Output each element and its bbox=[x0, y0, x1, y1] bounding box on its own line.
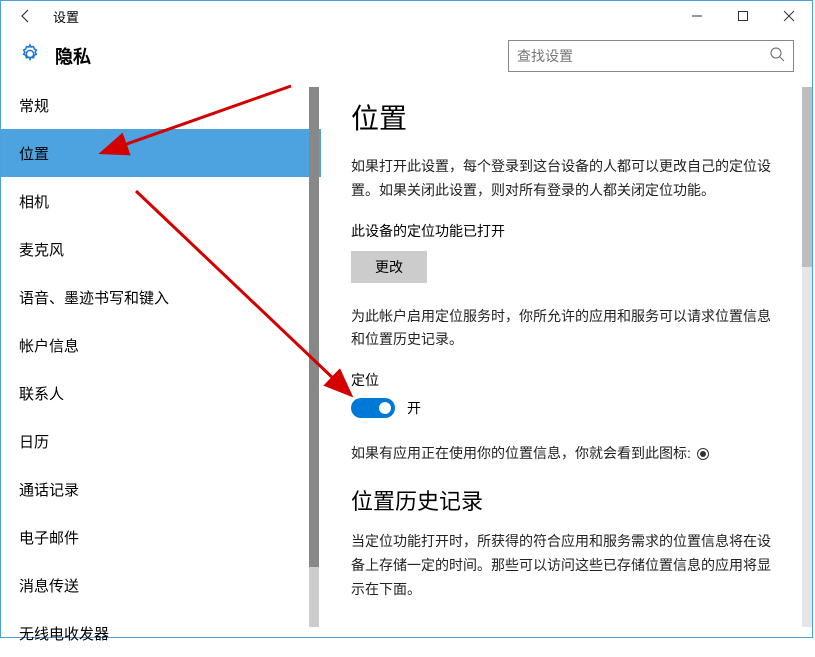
window-controls bbox=[674, 1, 812, 31]
page-heading: 隐私 bbox=[55, 43, 91, 69]
sidebar-item-9[interactable]: 电子邮件 bbox=[1, 513, 321, 561]
settings-window: 设置 隐私 常规位置相机麦克风语音、墨迹书写和键入帐户信息联系人日历通话记录电子… bbox=[0, 0, 813, 638]
nav-list: 常规位置相机麦克风语音、墨迹书写和键入帐户信息联系人日历通话记录电子邮件消息传送… bbox=[1, 81, 321, 657]
toggle-state-label: 开 bbox=[407, 398, 421, 418]
sidebar-item-3[interactable]: 麦克风 bbox=[1, 225, 321, 273]
back-button[interactable] bbox=[11, 1, 41, 31]
sidebar-item-6[interactable]: 联系人 bbox=[1, 369, 321, 417]
body: 常规位置相机麦克风语音、墨迹书写和键入帐户信息联系人日历通话记录电子邮件消息传送… bbox=[1, 81, 812, 637]
device-status-text: 此设备的定位功能已打开 bbox=[351, 221, 782, 241]
sidebar-scrollbar[interactable] bbox=[309, 87, 319, 627]
sidebar-item-7[interactable]: 日历 bbox=[1, 417, 321, 465]
content-panel: 位置 如果打开此设置，每个登录到这台设备的人都可以更改自己的定位设置。如果关闭此… bbox=[321, 81, 812, 637]
sidebar-item-1[interactable]: 位置 bbox=[1, 129, 321, 177]
content-scrollbar-thumb[interactable] bbox=[802, 87, 812, 267]
maximize-button[interactable] bbox=[720, 1, 766, 31]
window-title: 设置 bbox=[53, 7, 79, 26]
section-heading-location: 位置 bbox=[351, 97, 782, 137]
sidebar-item-11[interactable]: 无线电收发器 bbox=[1, 609, 321, 657]
location-label: 定位 bbox=[351, 370, 782, 390]
location-indicator-icon bbox=[697, 448, 709, 460]
titlebar: 设置 bbox=[1, 1, 812, 31]
sidebar-item-10[interactable]: 消息传送 bbox=[1, 561, 321, 609]
icon-note-text: 如果有应用正在使用你的位置信息，你就会看到此图标: bbox=[351, 442, 782, 466]
account-note-text: 为此帐户启用定位服务时，你所允许的应用和服务可以请求位置信息和位置历史记录。 bbox=[351, 305, 782, 353]
change-button[interactable]: 更改 bbox=[351, 251, 427, 283]
sidebar-item-0[interactable]: 常规 bbox=[1, 81, 321, 129]
sidebar-scrollbar-thumb[interactable] bbox=[309, 87, 319, 567]
toggle-knob bbox=[379, 402, 391, 414]
sidebar: 常规位置相机麦克风语音、墨迹书写和键入帐户信息联系人日历通话记录电子邮件消息传送… bbox=[1, 81, 321, 637]
location-toggle-row: 开 bbox=[351, 398, 782, 418]
sidebar-item-8[interactable]: 通话记录 bbox=[1, 465, 321, 513]
section-heading-history: 位置历史记录 bbox=[351, 484, 782, 516]
header: 隐私 bbox=[1, 31, 812, 81]
gear-icon bbox=[19, 43, 41, 70]
minimize-button[interactable] bbox=[674, 1, 720, 31]
history-text: 当定位功能打开时，所获得的符合应用和服务需求的位置信息将在设备上存储一定的时间。… bbox=[351, 530, 782, 601]
sidebar-item-4[interactable]: 语音、墨迹书写和键入 bbox=[1, 273, 321, 321]
content-scrollbar[interactable] bbox=[802, 87, 812, 627]
intro-text: 如果打开此设置，每个登录到这台设备的人都可以更改自己的定位设置。如果关闭此设置，… bbox=[351, 155, 782, 203]
search-box[interactable] bbox=[508, 40, 794, 72]
close-button[interactable] bbox=[766, 1, 812, 31]
maximize-icon bbox=[737, 10, 749, 22]
location-toggle[interactable] bbox=[351, 398, 395, 418]
sidebar-item-2[interactable]: 相机 bbox=[1, 177, 321, 225]
search-input[interactable] bbox=[517, 48, 769, 64]
close-icon bbox=[783, 10, 795, 22]
minimize-icon bbox=[691, 10, 703, 22]
sidebar-item-5[interactable]: 帐户信息 bbox=[1, 321, 321, 369]
search-icon bbox=[769, 46, 785, 67]
arrow-left-icon bbox=[18, 8, 34, 24]
